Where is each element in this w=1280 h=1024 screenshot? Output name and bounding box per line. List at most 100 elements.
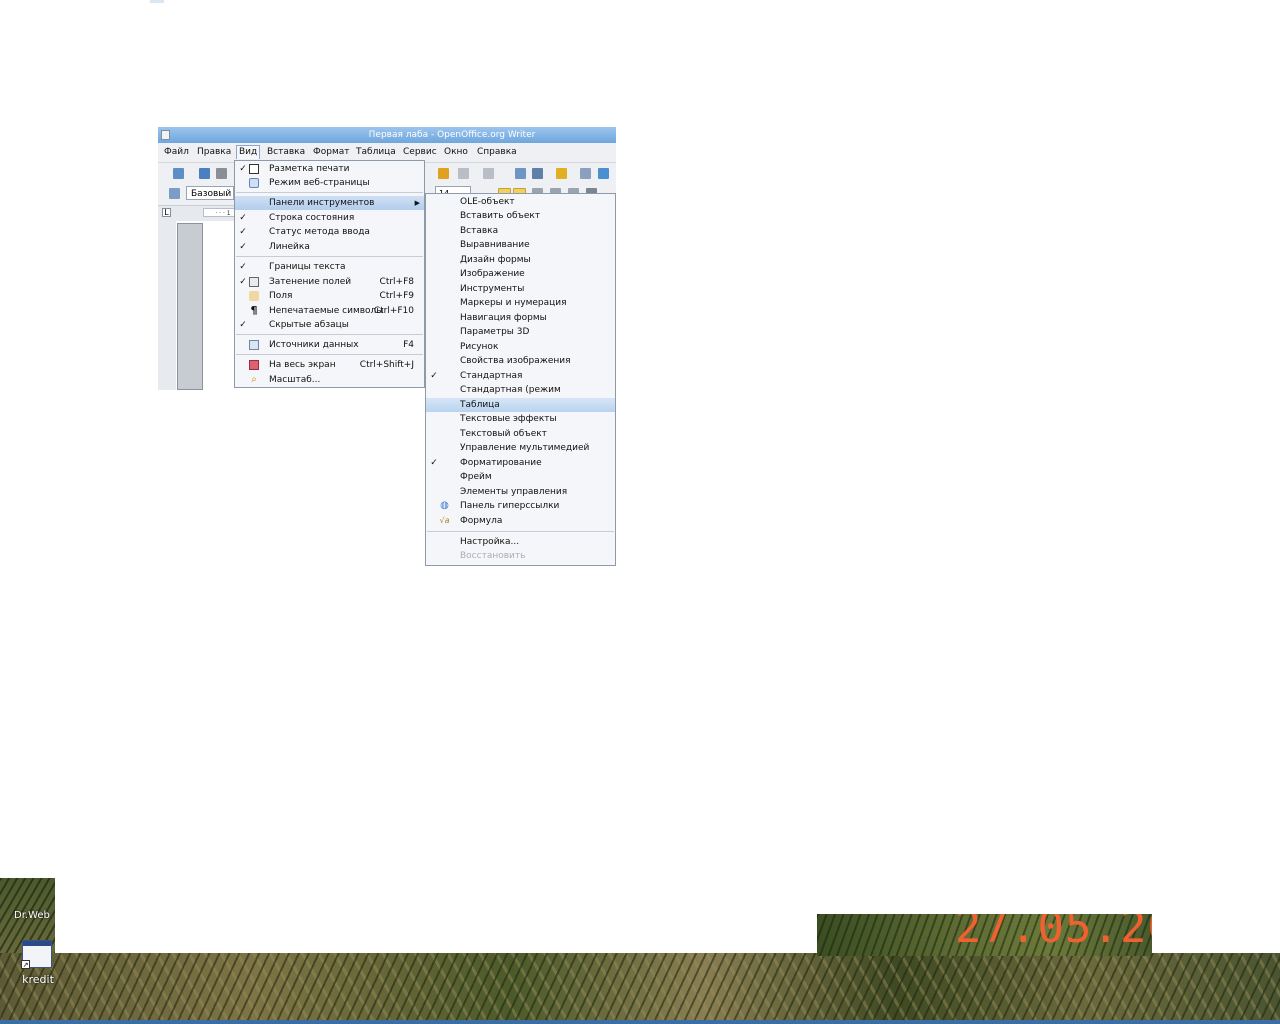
menu-item-text-effects[interactable]: Текстовые эффекты bbox=[426, 412, 615, 426]
menu-help[interactable]: Справка bbox=[475, 146, 519, 159]
menu-item-zoom[interactable]: ⌕ Масштаб... bbox=[235, 373, 424, 387]
menu-format[interactable]: Формат bbox=[311, 146, 352, 159]
menu-item-form-design[interactable]: Дизайн формы bbox=[426, 253, 615, 267]
menu-item-label: Навигация формы bbox=[460, 313, 547, 323]
menu-item-table[interactable]: Таблица bbox=[426, 398, 615, 412]
menu-item-ole-object[interactable]: OLE-объект bbox=[426, 195, 615, 209]
menu-item-label: На весь экран bbox=[269, 360, 336, 370]
menu-item-label: Строка состояния bbox=[269, 213, 355, 223]
menu-item-label: Управление мультимедией bbox=[460, 443, 590, 453]
date-stamp: 27.05.200 bbox=[955, 914, 1152, 953]
menu-item-bullets-numbering[interactable]: Маркеры и нумерация bbox=[426, 296, 615, 310]
field-shading-icon bbox=[249, 277, 259, 287]
menu-file[interactable]: Файл bbox=[162, 146, 191, 159]
check-icon: ✓ bbox=[239, 262, 247, 272]
menu-item-input-method-status[interactable]: ✓ Статус метода ввода bbox=[235, 225, 424, 239]
menu-item-full-screen[interactable]: На весь экран Ctrl+Shift+J bbox=[235, 358, 424, 372]
menu-item-ruler[interactable]: ✓ Линейка bbox=[235, 240, 424, 254]
menu-item-formatting-marks[interactable]: ¶ Непечатаемые символы Ctrl+F10 bbox=[235, 304, 424, 318]
menu-item-image[interactable]: Изображение bbox=[426, 267, 615, 281]
print-layout-icon bbox=[249, 164, 259, 174]
menu-item-label: Таблица bbox=[460, 400, 500, 410]
menu-item-drawing[interactable]: Рисунок bbox=[426, 340, 615, 354]
menu-item-3d-settings[interactable]: Параметры 3D bbox=[426, 325, 615, 339]
vertical-ruler bbox=[158, 221, 176, 390]
menu-item-text-boundaries[interactable]: ✓ Границы текста bbox=[235, 260, 424, 274]
menu-item-data-sources[interactable]: Источники данных F4 bbox=[235, 338, 424, 352]
paragraph-style-combo[interactable]: Базовый bbox=[186, 186, 234, 200]
navigator-icon[interactable] bbox=[598, 168, 609, 179]
desktop-icon-label: kredit bbox=[22, 973, 54, 986]
menu-item-hyperlink-bar[interactable]: ◍ Панель гиперссылки bbox=[426, 499, 615, 513]
menu-shortcut: Ctrl+F10 bbox=[373, 306, 414, 316]
menu-item-label: Элементы управления bbox=[460, 487, 568, 497]
draw-functions-icon[interactable] bbox=[556, 168, 567, 179]
menu-item-tools[interactable]: Инструменты bbox=[426, 282, 615, 296]
menu-item-label: Поля bbox=[269, 291, 293, 301]
menu-item-print-layout[interactable]: ✓ Разметка печати bbox=[235, 162, 424, 176]
menu-item-field-shading[interactable]: ✓ Затенение полей Ctrl+F8 bbox=[235, 275, 424, 289]
menu-item-web-layout[interactable]: Режим веб-страницы bbox=[235, 176, 424, 190]
menu-window[interactable]: Окно bbox=[442, 146, 470, 159]
menu-item-toolbars[interactable]: Панели инструментов ▶ bbox=[235, 196, 424, 210]
menu-insert[interactable]: Вставка bbox=[265, 146, 307, 159]
menu-view[interactable]: Вид bbox=[236, 145, 261, 159]
menu-item-label: Изображение bbox=[460, 269, 525, 279]
page-margin bbox=[177, 223, 203, 390]
top-artifact bbox=[150, 0, 164, 3]
menu-tools[interactable]: Сервис bbox=[401, 146, 439, 159]
menu-item-standard[interactable]: ✓ Стандартная bbox=[426, 369, 615, 383]
desktop-wallpaper[interactable] bbox=[0, 953, 1280, 1021]
table-icon[interactable] bbox=[532, 168, 543, 179]
menu-item-label: Вставить объект bbox=[460, 211, 541, 221]
menu-item-media-playback[interactable]: Управление мультимедией bbox=[426, 441, 615, 455]
menu-item-align[interactable]: Выравнивание bbox=[426, 238, 615, 252]
check-icon: ✓ bbox=[239, 164, 247, 174]
menu-item-insert[interactable]: Вставка bbox=[426, 224, 615, 238]
new-document-icon[interactable] bbox=[173, 168, 184, 179]
hyperlink-toolbar-icon[interactable] bbox=[515, 168, 526, 179]
data-sources-icon bbox=[249, 340, 259, 350]
menu-item-form-navigation[interactable]: Навигация формы bbox=[426, 311, 615, 325]
menu-item-standard-view-mode[interactable]: Стандартная (режим просмотра) bbox=[426, 383, 615, 409]
menu-item-status-bar[interactable]: ✓ Строка состояния bbox=[235, 211, 424, 225]
menu-separator bbox=[236, 354, 423, 355]
menu-item-label: Вставка bbox=[460, 226, 499, 236]
check-icon: ✓ bbox=[239, 277, 247, 287]
menu-item-insert-object[interactable]: Вставить объект bbox=[426, 209, 615, 223]
menu-item-picture-properties[interactable]: Свойства изображения bbox=[426, 354, 615, 368]
menu-separator bbox=[236, 334, 423, 335]
redo-icon[interactable] bbox=[483, 168, 494, 179]
open-icon[interactable] bbox=[199, 168, 210, 179]
menu-table[interactable]: Таблица bbox=[354, 146, 398, 159]
window-titlebar[interactable]: Первая лаба - OpenOffice.org Writer bbox=[158, 127, 616, 143]
find-icon[interactable] bbox=[580, 168, 591, 179]
menu-item-label: Скрытые абзацы bbox=[269, 320, 349, 330]
menu-item-text-object[interactable]: Текстовый объект bbox=[426, 427, 615, 441]
menu-item-label: Восстановить bbox=[460, 551, 526, 561]
menu-edit[interactable]: Правка bbox=[195, 146, 233, 159]
tab-stop-selector[interactable]: L bbox=[162, 208, 171, 217]
menu-item-fields[interactable]: Поля Ctrl+F9 bbox=[235, 289, 424, 303]
styles-icon[interactable] bbox=[169, 188, 180, 199]
format-paintbrush-icon[interactable] bbox=[438, 168, 449, 179]
desktop-icon-drweb[interactable]: Dr.Web bbox=[14, 909, 58, 923]
menu-item-formula[interactable]: √a Формула bbox=[426, 514, 615, 528]
menu-item-frame[interactable]: Фрейм bbox=[426, 470, 615, 484]
menu-item-form-controls[interactable]: Элементы управления bbox=[426, 485, 615, 499]
toolbars-submenu: OLE-объект Вставить объект Вставка Вырав… bbox=[425, 193, 616, 566]
save-icon[interactable] bbox=[216, 168, 227, 179]
shortcut-arrow-icon: ↗ bbox=[21, 960, 30, 969]
undo-icon[interactable] bbox=[458, 168, 469, 179]
menu-item-label: Статус метода ввода bbox=[269, 227, 370, 237]
taskbar-edge bbox=[0, 1020, 1280, 1024]
menu-item-formatting[interactable]: ✓ Форматирование bbox=[426, 456, 615, 470]
menu-item-hidden-paragraphs[interactable]: ✓ Скрытые абзацы bbox=[235, 318, 424, 332]
hyperlink-icon: ◍ bbox=[440, 500, 449, 511]
menu-item-label: Текстовый объект bbox=[460, 429, 547, 439]
menu-item-label: Параметры 3D bbox=[460, 327, 530, 337]
menu-item-label: Настройка... bbox=[460, 537, 520, 547]
menu-separator bbox=[236, 192, 423, 193]
menu-item-customize[interactable]: Настройка... bbox=[426, 535, 615, 549]
menu-item-label: Режим веб-страницы bbox=[269, 178, 370, 188]
